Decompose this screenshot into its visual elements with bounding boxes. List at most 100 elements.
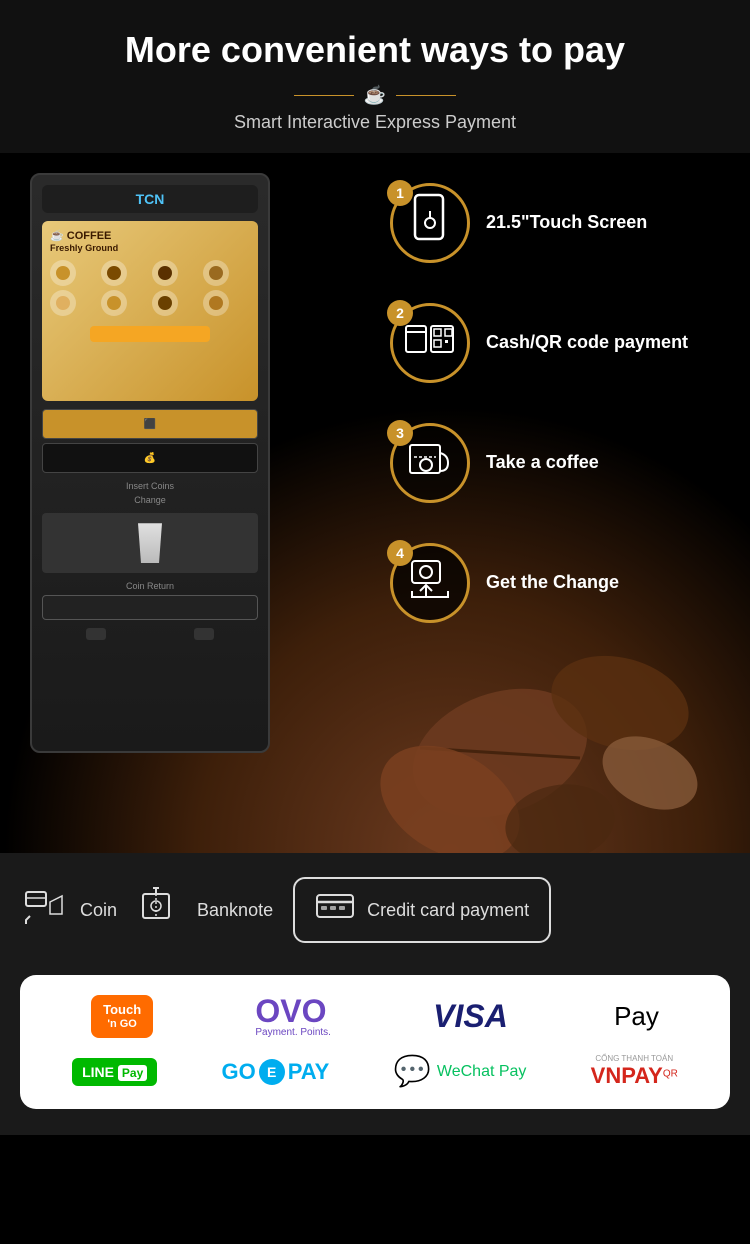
touchscreen-icon — [409, 193, 451, 253]
page-title: More convenient ways to pay — [20, 28, 730, 71]
change-label: Change — [42, 495, 258, 505]
slot-icon-2: 💰 — [144, 453, 156, 464]
subtitle: Smart Interactive Express Payment — [20, 112, 730, 133]
step-2: 2 Cash/QR code payment — [390, 303, 730, 383]
tng-ngo: 'n GO — [103, 1018, 141, 1030]
partners-section-wrapper: Touch 'n GO OVO Payment. Points. VISA Pa… — [0, 967, 750, 1135]
coffee-bean-icon: ☕ — [364, 85, 386, 106]
step-1-circle: 1 — [390, 183, 470, 263]
go-text: GO — [221, 1059, 255, 1085]
foot-right — [194, 628, 214, 640]
banknote-label: Banknote — [197, 900, 273, 921]
get-change-icon — [404, 553, 456, 613]
partners-row-1: Touch 'n GO OVO Payment. Points. VISA Pa… — [40, 995, 710, 1038]
step-2-circle: 2 — [390, 303, 470, 383]
coin-return-label: Coin Return — [42, 581, 258, 591]
screen-item-4 — [203, 260, 229, 286]
linepay-logo: LINE Pay — [72, 1058, 157, 1086]
credit-card-label: Credit card payment — [367, 900, 529, 921]
insert-coins-label: Insert Coins — [42, 481, 258, 491]
pay-badge: Pay — [118, 1065, 147, 1081]
slot-yellow: ⬛ — [42, 409, 258, 439]
credit-card-method: Credit card payment — [293, 877, 551, 943]
ovo-logo: OVO — [255, 995, 331, 1027]
divider-right — [396, 95, 456, 96]
screen-item-2 — [101, 260, 127, 286]
payment-methods-section: Coin Banknote Credit card payment — [0, 853, 750, 967]
step-1: 1 21.5"Touch Screen — [390, 183, 730, 263]
step-3-text: Take a coffee — [486, 451, 599, 474]
slot-icon: ⬛ — [144, 419, 156, 430]
pay-text: PAY — [288, 1059, 330, 1085]
cup-shape — [135, 523, 165, 563]
screen-item-1 — [50, 260, 76, 286]
vending-machine: TCN ☕ COFFEEFreshly Ground — [30, 173, 310, 753]
partners-section: Touch 'n GO OVO Payment. Points. VISA Pa… — [20, 975, 730, 1109]
step-4-number: 4 — [387, 540, 413, 566]
banknote-method: Banknote — [137, 884, 273, 937]
step-1-number: 1 — [387, 180, 413, 206]
wechatpay-text: WeChat Pay — [437, 1063, 527, 1081]
step-4-circle: 4 — [390, 543, 470, 623]
wechat-icon: 💬 — [394, 1054, 431, 1089]
vnpay-main: VNPAYQR — [591, 1063, 678, 1089]
ovo-logo-container: OVO Payment. Points. — [255, 995, 331, 1038]
cup-area — [42, 513, 258, 573]
machine-top: TCN — [42, 185, 258, 213]
vnpay-text: VNPAY — [591, 1063, 663, 1088]
insert-text: Insert Coins — [42, 481, 258, 491]
screen-item-7 — [152, 290, 178, 316]
vnpay-top-text: CỔNG THANH TOÁN — [591, 1054, 678, 1063]
line-text: LINE — [82, 1064, 118, 1080]
slot-dark: 💰 — [42, 443, 258, 473]
machine-slots: ⬛ 💰 — [42, 409, 258, 473]
step-2-text: Cash/QR code payment — [486, 331, 688, 354]
coin-slot — [42, 595, 258, 620]
wechatpay-logo: 💬 WeChat Pay — [394, 1054, 527, 1089]
screen-button — [90, 326, 210, 342]
take-coffee-icon — [404, 435, 456, 491]
header-section: More convenient ways to pay ☕ Smart Inte… — [0, 0, 750, 153]
coin-label: Coin — [80, 900, 117, 921]
applepay-logo: Pay — [610, 1001, 659, 1032]
steps-container: 1 21.5"Touch Screen 2 — [390, 183, 730, 663]
cash-qr-icon — [404, 318, 456, 368]
coin-icon — [20, 884, 70, 937]
step-4: 4 Get the Change — [390, 543, 730, 623]
ovo-sub: Payment. Points. — [255, 1027, 331, 1038]
banknote-icon — [137, 884, 187, 937]
brand-name: TCN — [136, 191, 165, 207]
step-3-number: 3 — [387, 420, 413, 446]
change-text: Change — [42, 495, 258, 505]
screen-grid — [50, 260, 250, 316]
screen-item-8 — [203, 290, 229, 316]
gopay-icon: E — [259, 1059, 285, 1085]
visa-logo: VISA — [433, 998, 508, 1035]
step-3-circle: 3 — [390, 423, 470, 503]
main-section: TCN ☕ COFFEEFreshly Ground — [0, 153, 750, 853]
foot-left — [86, 628, 106, 640]
machine-body: TCN ☕ COFFEEFreshly Ground — [30, 173, 270, 753]
applepay-text: Pay — [614, 1001, 659, 1032]
touchngo-logo: Touch 'n GO — [91, 995, 153, 1037]
screen-item-5 — [50, 290, 76, 316]
machine-screen: ☕ COFFEEFreshly Ground — [42, 221, 258, 401]
divider: ☕ — [20, 85, 730, 106]
screen-item-6 — [101, 290, 127, 316]
divider-left — [294, 95, 354, 96]
coin-method: Coin — [20, 884, 117, 937]
screen-title: ☕ COFFEEFreshly Ground — [50, 229, 250, 254]
gopay-logo: GO E PAY — [221, 1059, 329, 1085]
step-4-text: Get the Change — [486, 571, 619, 594]
step-3: 3 Take a coffee — [390, 423, 730, 503]
vnpay-logo: CỔNG THANH TOÁN VNPAYQR — [591, 1054, 678, 1089]
vnpay-qr: QR — [663, 1069, 678, 1080]
step-1-text: 21.5"Touch Screen — [486, 211, 647, 234]
tcn-logo: TCN — [48, 191, 252, 207]
credit-card-icon — [315, 891, 355, 929]
step-2-number: 2 — [387, 300, 413, 326]
machine-feet — [42, 628, 258, 640]
screen-item-3 — [152, 260, 178, 286]
tng-text: Touch — [103, 1003, 141, 1017]
partners-row-2: LINE Pay GO E PAY 💬 WeChat Pay CỔNG THAN… — [40, 1054, 710, 1089]
